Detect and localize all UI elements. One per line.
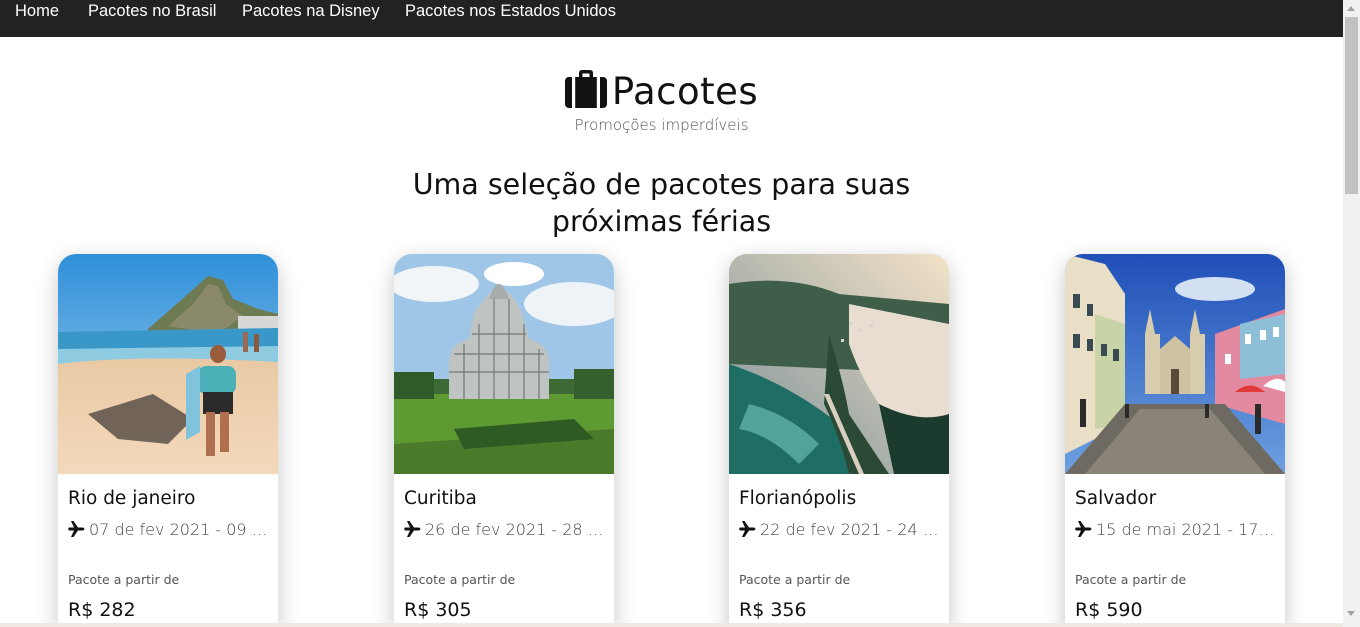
package-photo-florianopolis [729, 254, 949, 474]
package-card-curitiba[interactable]: Curitiba 26 de fev 2021 - 28 de fev 2021… [394, 254, 614, 627]
page-title: Pacotes [611, 70, 759, 113]
package-city: Curitiba [404, 488, 477, 509]
scroll-up-arrow[interactable] [1347, 6, 1355, 11]
package-city: Rio de janeiro [68, 488, 196, 509]
package-dates-text: 26 de fev 2021 - 28 de fev 2021 [425, 520, 604, 539]
nav-disney-link[interactable]: Pacotes na Disney [242, 1, 380, 21]
page-subtitle: Promoções imperdíveis [574, 116, 749, 134]
package-photo-curitiba [394, 254, 614, 474]
package-card-salvador[interactable]: Salvador 15 de mai 2021 - 17 de mai 2021… [1065, 254, 1285, 627]
scroll-down-arrow[interactable] [1347, 611, 1355, 616]
package-city: Salvador [1075, 488, 1157, 509]
price-label: Pacote a partir de [404, 572, 516, 587]
package-card-florianopolis[interactable]: Florianópolis 22 de fev 2021 - 24 de fev… [729, 254, 949, 627]
package-dates-text: 15 de mai 2021 - 17 de mai 2021 [1096, 520, 1275, 539]
package-photo-rio [58, 254, 278, 474]
nav-brasil-link[interactable]: Pacotes no Brasil [88, 1, 216, 21]
package-dates-text: 07 de fev 2021 - 09 de fev 2021 [89, 520, 268, 539]
top-navigation: Home Pacotes no Brasil Pacotes na Disney… [0, 0, 1343, 37]
package-dates: 07 de fev 2021 - 09 de fev 2021 [68, 520, 268, 539]
airplane-icon [68, 521, 85, 537]
package-city: Florianópolis [739, 488, 857, 509]
package-photo-salvador [1065, 254, 1285, 474]
price-label: Pacote a partir de [68, 572, 180, 587]
price-label: Pacote a partir de [1075, 572, 1187, 587]
airplane-icon [404, 521, 421, 537]
airplane-icon [1075, 521, 1092, 537]
package-dates: 26 de fev 2021 - 28 de fev 2021 [404, 520, 604, 539]
airplane-icon [739, 521, 756, 537]
nav-home-link[interactable]: Home [15, 1, 59, 21]
package-dates: 22 de fev 2021 - 24 de fev 2021 [739, 520, 939, 539]
package-price: R$ 282 [68, 599, 136, 621]
page-bottom-edge [0, 623, 1343, 627]
package-card-rio[interactable]: Rio de janeiro 07 de fev 2021 - 09 de fe… [58, 254, 278, 627]
section-headline: Uma seleção de pacotes para suas próxima… [412, 168, 911, 238]
nav-eua-link[interactable]: Pacotes nos Estados Unidos [405, 1, 616, 21]
package-price: R$ 590 [1075, 599, 1143, 621]
suitcase-icon [564, 69, 607, 108]
vertical-scrollbar[interactable] [1343, 0, 1360, 627]
package-price: R$ 305 [404, 599, 472, 621]
package-dates-text: 22 de fev 2021 - 24 de fev 2021 [760, 520, 939, 539]
package-dates: 15 de mai 2021 - 17 de mai 2021 [1075, 520, 1275, 539]
price-label: Pacote a partir de [739, 572, 851, 587]
brand-header: Pacotes [0, 69, 1323, 113]
package-price: R$ 356 [739, 599, 807, 621]
scroll-thumb[interactable] [1345, 17, 1358, 194]
